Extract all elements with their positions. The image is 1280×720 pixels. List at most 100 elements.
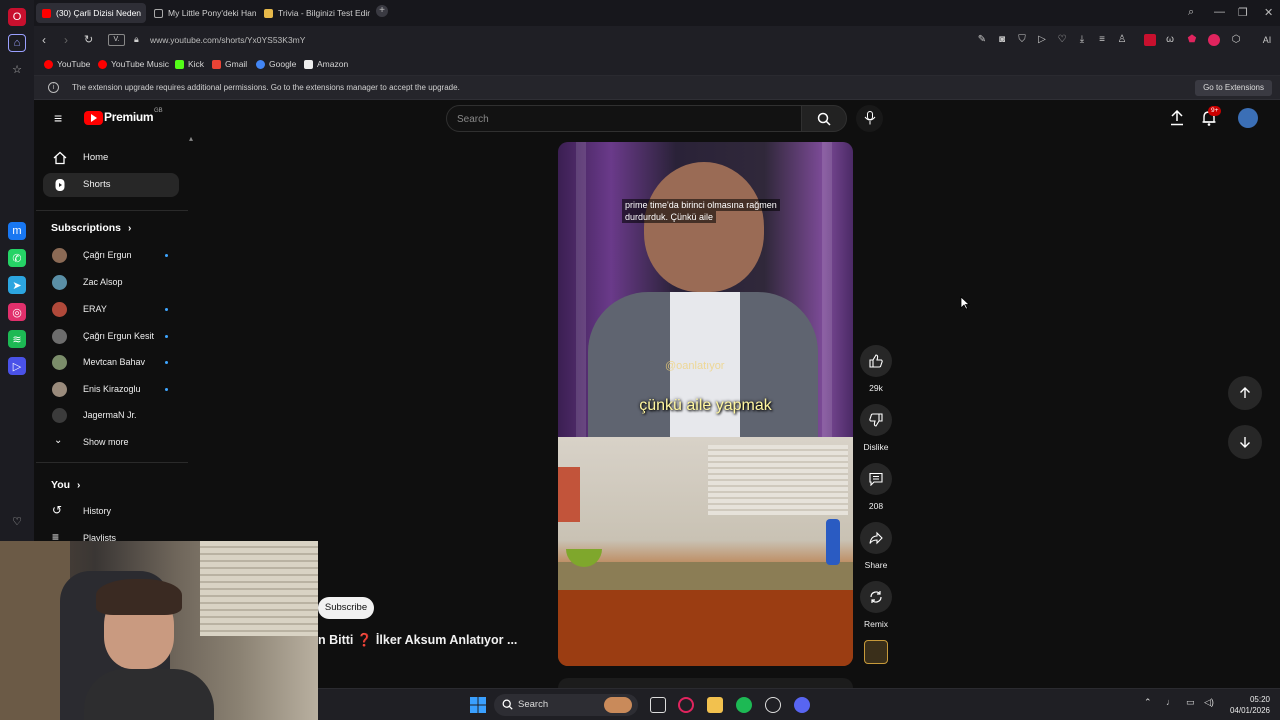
url-field[interactable]: www.youtube.com/shorts/Yx0YS53K3mY <box>150 35 305 45</box>
player-icon[interactable]: ▷ <box>8 357 26 375</box>
bookmark-youtube[interactable]: YouTube <box>44 59 90 69</box>
back-button[interactable]: ‹ <box>42 33 46 47</box>
bookmark-amazon[interactable]: Amazon <box>304 59 348 69</box>
share-button[interactable] <box>860 522 892 554</box>
shorts-video-player[interactable]: prime time'da birinci olmasına rağmen du… <box>558 142 853 666</box>
notifications-button[interactable]: 9+ <box>1202 106 1222 131</box>
share-action[interactable]: Share <box>860 522 892 570</box>
tab-label: (30) Çarli Dizisi Neden <box>56 8 142 18</box>
subscription-item[interactable]: Çağrı Ergun Kesit <box>43 325 179 347</box>
profile-icon[interactable]: ♙ <box>1116 34 1128 46</box>
instagram-icon[interactable]: ◎ <box>8 303 26 321</box>
sidebar-item-history[interactable]: ↺ History <box>43 500 179 522</box>
download-icon[interactable]: ⤓ <box>1076 34 1088 46</box>
subscription-item[interactable]: Çağrı Ergun <box>43 244 179 266</box>
search-tabs-icon[interactable]: ⌕ <box>1188 6 1194 19</box>
subscription-item[interactable]: Zac Alsop <box>43 271 179 293</box>
extension-pink-icon[interactable]: ⬟ <box>1186 34 1198 46</box>
subscription-item[interactable]: Enis Kirazoglu <box>43 378 179 400</box>
sidebar-scroll-up-icon[interactable]: ▴ <box>189 134 193 143</box>
voice-search-button[interactable] <box>856 105 883 132</box>
volume-tray-icon[interactable]: ◁) <box>1204 697 1214 708</box>
play-icon[interactable]: ▷ <box>1036 34 1048 46</box>
opera-logo-icon[interactable]: O <box>8 8 26 26</box>
extensions-icon[interactable]: ⬡ <box>1230 34 1242 46</box>
close-window-button[interactable]: ✕ <box>1264 6 1273 19</box>
discord-taskbar-icon[interactable] <box>794 697 810 713</box>
bookmark-gmail[interactable]: Gmail <box>212 59 247 69</box>
lock-icon[interactable]: 🔒︎ <box>134 34 139 45</box>
maximize-button[interactable]: ❐ <box>1238 6 1248 19</box>
kitchen-cabinets <box>558 590 853 666</box>
vpn-badge-icon[interactable]: V. <box>108 34 125 46</box>
tray-chevron-icon[interactable]: ⌃ <box>1144 697 1152 708</box>
taskbar-clock[interactable]: 05:20 04/01/2026 <box>1230 694 1270 716</box>
sidebar-item-shorts[interactable]: Shorts <box>43 173 179 197</box>
favorites-icon[interactable]: ♡ <box>8 512 26 530</box>
audio-thumbnail[interactable] <box>864 640 888 664</box>
search-input[interactable] <box>457 112 777 126</box>
go-to-extensions-button[interactable]: Go to Extensions <box>1195 80 1272 96</box>
network-tray-icon[interactable]: ▭ <box>1186 697 1195 708</box>
edit-icon[interactable]: ✎ <box>976 34 988 46</box>
like-button[interactable] <box>860 345 892 377</box>
microphone-tray-icon[interactable]: ♩ <box>1166 697 1175 707</box>
whatsapp-icon[interactable]: ✆ <box>8 249 26 267</box>
logo-text[interactable]: Premium <box>104 110 154 124</box>
start-button[interactable] <box>470 697 486 713</box>
ai-button[interactable]: AI <box>1256 34 1278 46</box>
heart-icon[interactable]: ♡ <box>1056 34 1068 46</box>
comment-action[interactable]: 208 <box>860 463 892 511</box>
account-avatar[interactable] <box>1238 108 1258 128</box>
subscription-item[interactable]: ERAY <box>43 298 179 320</box>
upload-button[interactable] <box>1170 109 1184 131</box>
workspace-star-icon[interactable]: ☆ <box>8 60 26 78</box>
comment-button[interactable] <box>860 463 892 495</box>
youtube-logo-icon[interactable] <box>84 111 103 125</box>
you-header[interactable]: You › <box>51 479 80 491</box>
shield-icon[interactable]: ⛉ <box>1016 34 1028 46</box>
dislike-action[interactable]: Dislike <box>860 404 892 452</box>
forward-button[interactable]: › <box>64 33 68 47</box>
show-more-button[interactable]: ⌄ Show more <box>43 431 179 453</box>
like-action[interactable]: 29k <box>860 345 892 393</box>
steam-taskbar-icon[interactable] <box>765 697 781 713</box>
subscription-item[interactable]: JagermaN Jr. <box>43 404 179 426</box>
tab-pony[interactable]: My Little Pony'deki Hangi <box>148 3 256 23</box>
next-short-button[interactable] <box>1228 425 1262 459</box>
subscription-item[interactable]: Mevtcan Bahav <box>43 351 179 373</box>
dislike-button[interactable] <box>860 404 892 436</box>
reload-button[interactable]: ↻ <box>84 33 93 46</box>
camera-icon[interactable]: ◙ <box>996 34 1008 46</box>
tab-trivia[interactable]: Trivia - Bilginizi Test Edin <box>258 3 370 23</box>
spotify-taskbar-icon[interactable] <box>736 697 752 713</box>
workspace-home-icon[interactable]: ⌂ <box>8 34 26 52</box>
task-view-icon[interactable] <box>650 697 666 713</box>
new-tab-button[interactable]: + <box>376 5 388 17</box>
subscriptions-header[interactable]: Subscriptions › <box>51 222 131 234</box>
extension-circle-icon[interactable] <box>1208 34 1220 46</box>
spotify-icon[interactable]: ≋ <box>8 330 26 348</box>
extension-owl-icon[interactable]: ω <box>1164 34 1176 46</box>
search-button[interactable] <box>801 105 847 132</box>
bookmark-kick[interactable]: Kick <box>175 59 204 69</box>
remix-button[interactable] <box>860 581 892 613</box>
remix-action[interactable]: Remix <box>860 581 892 629</box>
bookmark-youtube-music[interactable]: YouTube Music <box>98 59 169 69</box>
taskbar-search[interactable]: Search <box>494 694 638 716</box>
opera-taskbar-icon[interactable] <box>678 697 694 713</box>
telegram-icon[interactable]: ➤ <box>8 276 26 294</box>
extension-red-icon[interactable] <box>1144 34 1156 46</box>
menu-icon[interactable]: ≡ <box>54 111 67 125</box>
list-icon[interactable]: ≡ <box>1096 34 1108 46</box>
messenger-icon[interactable]: m <box>8 222 26 240</box>
minimize-button[interactable]: — <box>1214 6 1225 18</box>
bookmark-google[interactable]: Google <box>256 59 296 69</box>
tab-youtube[interactable]: (30) Çarli Dizisi Neden <box>36 3 146 23</box>
video-title[interactable]: n Bitti ❓ İlker Aksum Anlatıyor ... <box>318 633 517 648</box>
file-explorer-icon[interactable] <box>707 697 723 713</box>
sidebar-item-home[interactable]: Home <box>43 146 179 170</box>
subscribe-button[interactable]: Subscribe <box>318 597 374 619</box>
like-icon <box>869 354 883 368</box>
previous-short-button[interactable] <box>1228 376 1262 410</box>
